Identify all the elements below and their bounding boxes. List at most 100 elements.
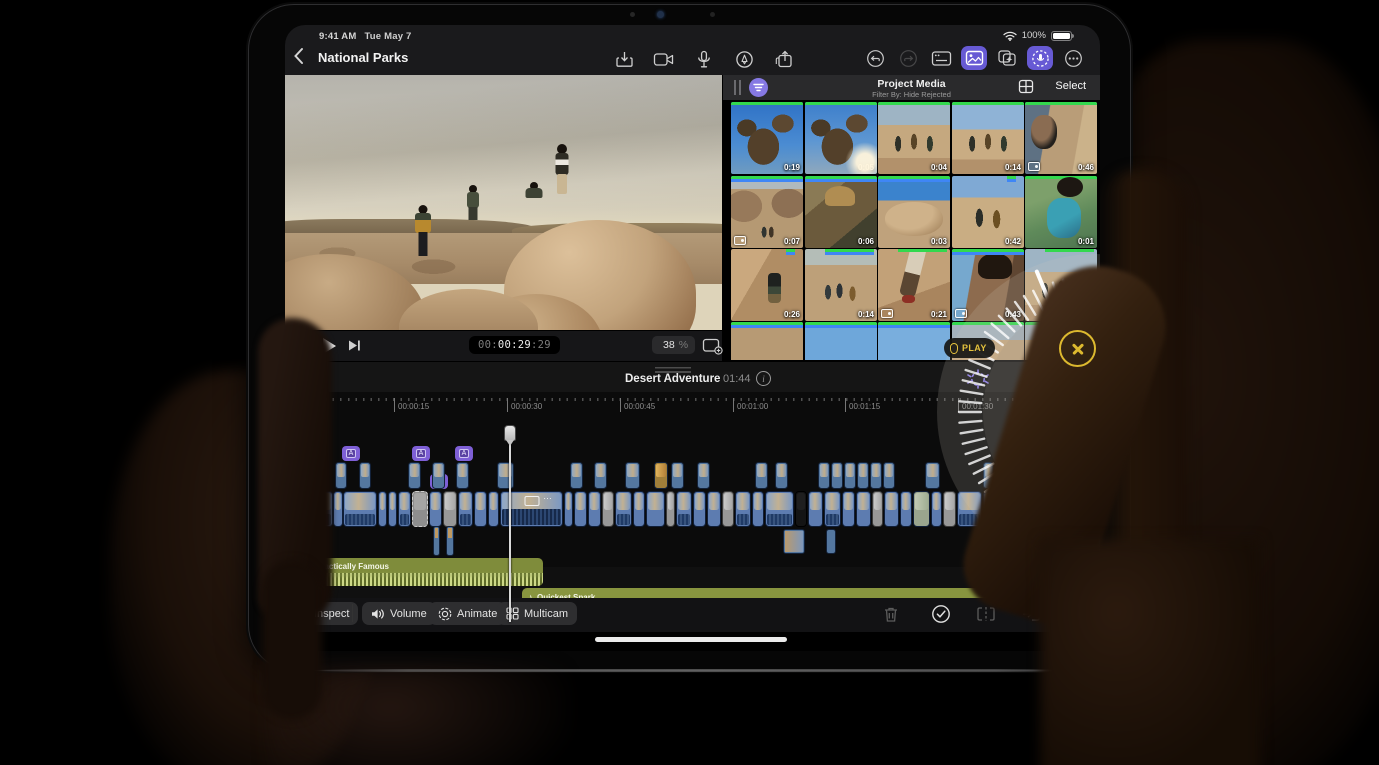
share-export-button[interactable]: [771, 47, 797, 71]
media-thumbnail[interactable]: [878, 322, 950, 360]
storyline-clip[interactable]: [824, 491, 841, 527]
storyline-clip[interactable]: [676, 491, 692, 527]
connected-clip[interactable]: [446, 526, 454, 556]
storyline-clip[interactable]: [900, 491, 912, 527]
media-thumbnail[interactable]: 0:06: [805, 176, 877, 248]
storyline-clip[interactable]: [602, 491, 614, 527]
media-thumbnail[interactable]: 0:43: [952, 249, 1024, 321]
connected-clip[interactable]: [456, 462, 469, 489]
close-jog-wheel-button[interactable]: [1059, 330, 1096, 367]
title-clip-badge[interactable]: A: [455, 446, 473, 461]
storyline-clip[interactable]: [488, 491, 499, 527]
info-button[interactable]: i: [756, 371, 771, 386]
connected-clip[interactable]: [818, 462, 830, 489]
volume-button[interactable]: Volume: [362, 602, 436, 625]
connected-clip[interactable]: [775, 462, 788, 489]
storyline-clip[interactable]: [795, 491, 807, 527]
storyline-clip[interactable]: [333, 491, 343, 527]
more-options-button[interactable]: [1060, 46, 1086, 70]
media-thumbnail[interactable]: 0:21: [878, 249, 950, 321]
storyline-clip[interactable]: [931, 491, 942, 527]
connected-clip[interactable]: [831, 462, 843, 489]
connected-clip[interactable]: [359, 462, 371, 489]
connected-clip[interactable]: [570, 462, 583, 489]
import-button[interactable]: [611, 47, 637, 71]
storyline-clip[interactable]: [884, 491, 899, 527]
storyline-clip[interactable]: [693, 491, 706, 527]
jog-play-badge[interactable]: PLAY: [944, 338, 995, 358]
storyline-clip[interactable]: [842, 491, 855, 527]
storyline-clip[interactable]: [856, 491, 871, 527]
storyline-clip[interactable]: [398, 491, 411, 527]
undo-button[interactable]: [862, 46, 888, 70]
title-clip-badge[interactable]: A: [342, 446, 360, 461]
storyline-clip[interactable]: [443, 491, 457, 527]
storyline-clip[interactable]: [388, 491, 397, 527]
viewer-zoom-level[interactable]: 38%: [652, 336, 695, 354]
storyline-clip[interactable]: [913, 491, 930, 527]
grid-view-icon[interactable]: [1018, 79, 1034, 99]
media-thumbnail[interactable]: 0:46: [1025, 102, 1097, 174]
storyline-clip[interactable]: [752, 491, 764, 527]
storyline-clip[interactable]: [722, 491, 734, 527]
effects-button[interactable]: [994, 46, 1020, 70]
storyline-clip[interactable]: [412, 491, 428, 527]
back-button[interactable]: [293, 47, 315, 71]
media-thumbnail[interactable]: 0:07: [731, 176, 803, 248]
titles-panel-button[interactable]: [928, 46, 954, 70]
select-button[interactable]: Select: [1055, 80, 1086, 92]
voice-isolation-button[interactable]: [1027, 46, 1053, 70]
media-thumbnail[interactable]: 0:04: [878, 102, 950, 174]
connected-clip[interactable]: [594, 462, 607, 489]
connected-clip[interactable]: [497, 462, 514, 489]
video-viewer[interactable]: [285, 75, 722, 330]
storyline-clip[interactable]: [574, 491, 587, 527]
media-thumbnail[interactable]: 0:26: [731, 249, 803, 321]
record-video-button[interactable]: [651, 47, 677, 71]
pencil-tool-button[interactable]: [731, 47, 757, 71]
connected-clip[interactable]: [433, 526, 440, 556]
media-browser-button[interactable]: [961, 46, 987, 70]
playhead-handle[interactable]: [504, 425, 516, 441]
playhead[interactable]: [509, 426, 511, 622]
connected-clip[interactable]: [755, 462, 768, 489]
storyline-clip[interactable]: [646, 491, 665, 527]
jog-wheel-toggle-button[interactable]: [966, 369, 990, 394]
home-indicator[interactable]: [595, 637, 787, 642]
connected-clip[interactable]: [654, 462, 668, 489]
storyline-clip[interactable]: [343, 491, 377, 527]
approve-button[interactable]: [930, 603, 952, 625]
connected-clip[interactable]: [697, 462, 710, 489]
skip-to-end-button[interactable]: [347, 338, 362, 358]
connected-clip[interactable]: [857, 462, 869, 489]
storyline-clip[interactable]: [765, 491, 794, 527]
connected-clip[interactable]: [408, 462, 421, 489]
storyline-clip[interactable]: [808, 491, 823, 527]
connected-clip[interactable]: [335, 462, 347, 489]
storyline-clip[interactable]: [735, 491, 751, 527]
storyline-clip[interactable]: [458, 491, 473, 527]
connected-clip[interactable]: [883, 462, 895, 489]
picture-in-picture-button[interactable]: [702, 338, 723, 360]
storyline-clip[interactable]: [872, 491, 883, 527]
storyline-clip[interactable]: [588, 491, 601, 527]
media-thumbnail[interactable]: 0:14: [952, 102, 1024, 174]
connected-clip[interactable]: [783, 529, 805, 554]
timeline-ruler[interactable]: [310, 398, 1066, 401]
storyline-clip[interactable]: [666, 491, 675, 527]
media-thumbnail[interactable]: 0:01: [1025, 176, 1097, 248]
record-voiceover-button[interactable]: [691, 47, 717, 71]
media-thumbnail[interactable]: 0:05: [805, 102, 877, 174]
storyline-clip[interactable]: [564, 491, 573, 527]
connected-clip[interactable]: [671, 462, 684, 489]
media-thumbnail[interactable]: 0:19: [731, 102, 803, 174]
connected-clip[interactable]: [432, 462, 445, 489]
media-thumbnail[interactable]: [731, 322, 803, 360]
timecode-display[interactable]: 00:00:29:29: [469, 336, 560, 354]
connected-clip[interactable]: [925, 462, 940, 489]
media-thumbnail[interactable]: 0:14: [805, 249, 877, 321]
title-clip-badge[interactable]: A: [412, 446, 430, 461]
media-thumbnail[interactable]: 0:03: [878, 176, 950, 248]
media-thumbnail[interactable]: 0:42: [952, 176, 1024, 248]
storyline-clip[interactable]: [943, 491, 956, 527]
